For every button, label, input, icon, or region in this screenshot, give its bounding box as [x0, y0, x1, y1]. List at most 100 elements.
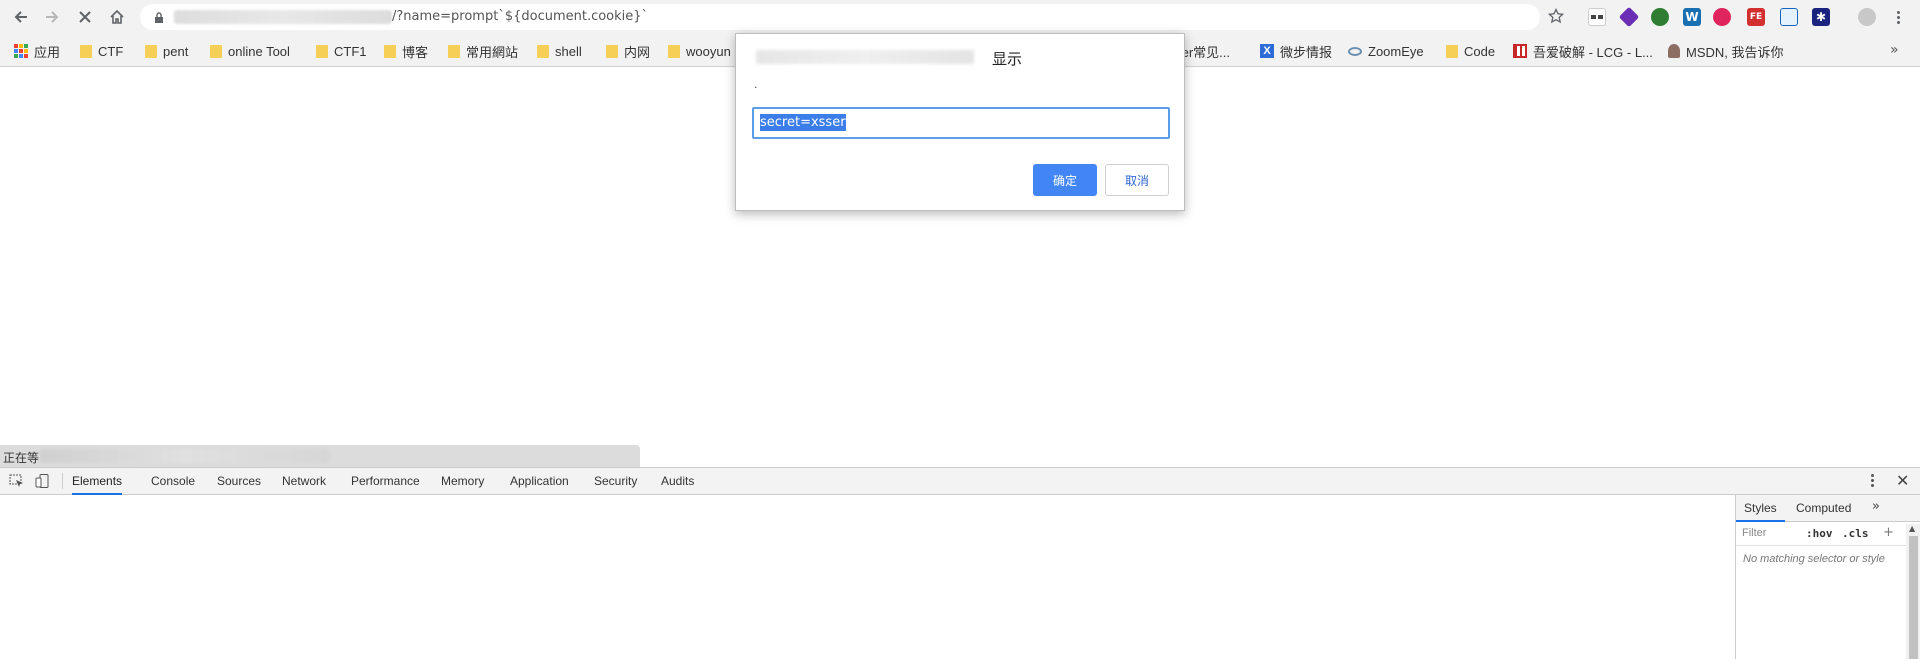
- browser-toolbar: /?name=prompt`${document.cookie}` W FE ✱: [0, 0, 1920, 34]
- styles-scrollbar[interactable]: ▲: [1906, 524, 1920, 659]
- bookmark-zoomeye[interactable]: ZoomEye: [1348, 41, 1424, 61]
- prompt-dialog: 显示 . secret=xsser 确定 取消: [735, 33, 1185, 211]
- bookmark-label: 应用: [34, 44, 61, 60]
- dialog-message: .: [754, 78, 758, 91]
- extension-w-icon[interactable]: W: [1683, 8, 1701, 26]
- scroll-up-arrow-icon[interactable]: ▲: [1909, 524, 1915, 533]
- back-button[interactable]: [6, 2, 36, 32]
- lock-icon: [155, 12, 163, 23]
- extension-doc-icon[interactable]: [1780, 8, 1798, 26]
- folder-icon: [80, 44, 92, 58]
- forward-button[interactable]: [37, 2, 67, 32]
- stop-button[interactable]: [70, 2, 100, 32]
- tab-styles[interactable]: Styles: [1736, 495, 1785, 522]
- msdn-icon: [1668, 44, 1680, 58]
- bookmark-label: MSDN, 我告诉你: [1686, 44, 1784, 60]
- folder-icon: [1446, 44, 1458, 58]
- prompt-input[interactable]: secret=xsser: [752, 107, 1170, 139]
- bookmark-label: CTF1: [334, 43, 367, 59]
- elements-tree: [0, 495, 1735, 659]
- bookmark-label: shell: [555, 43, 582, 59]
- no-matching-style-message: No matching selector or style: [1743, 553, 1885, 565]
- tab-security[interactable]: Security: [594, 468, 637, 495]
- styles-sidebar: Styles Computed » Filter :hov .cls + No …: [1735, 495, 1920, 659]
- devtools-tabbar: Elements Console Sources Network Perform…: [0, 468, 1920, 495]
- forward-arrow-icon: [46, 11, 59, 23]
- tab-application[interactable]: Application: [510, 468, 569, 495]
- bookmark-label: wooyun: [686, 43, 731, 59]
- bookmark-folder-ctf1[interactable]: CTF1: [316, 41, 367, 61]
- grid-logo-icon: [1513, 44, 1527, 58]
- scrollbar-thumb[interactable]: [1909, 536, 1918, 659]
- ok-button[interactable]: 确定: [1033, 164, 1097, 196]
- bookmark-folder-pent[interactable]: pent: [145, 41, 188, 61]
- bookmark-apps[interactable]: 应用: [14, 41, 60, 61]
- bookmark-folder-wooyun[interactable]: wooyun: [668, 41, 731, 61]
- folder-icon: [210, 44, 222, 58]
- extension-globe-icon[interactable]: [1651, 8, 1669, 26]
- devtools-menu-button[interactable]: [1871, 474, 1874, 487]
- hover-state-toggle[interactable]: :hov: [1806, 527, 1833, 540]
- bookmark-52pojie[interactable]: 吾爱破解 - LCG - L...: [1513, 41, 1653, 61]
- folder-icon: [606, 44, 618, 58]
- bookmark-folder-ctf[interactable]: CTF: [80, 41, 123, 61]
- bookmark-label: online Tool: [228, 43, 290, 59]
- status-url-redacted: [40, 449, 330, 463]
- bookmark-label: Code: [1464, 43, 1496, 59]
- bookmark-msdn[interactable]: MSDN, 我告诉你: [1668, 41, 1784, 61]
- extension-fe-icon[interactable]: FE: [1747, 8, 1765, 26]
- inspect-element-icon[interactable]: [9, 474, 25, 488]
- bookmark-folder-blog[interactable]: 博客: [384, 41, 428, 61]
- bookmark-label: ter常见...: [1178, 44, 1231, 60]
- folder-icon: [537, 44, 549, 58]
- url-text: /?name=prompt`${document.cookie}`: [392, 9, 649, 24]
- devtools-close-icon[interactable]: ✕: [1896, 471, 1909, 490]
- status-text: 正在等: [3, 451, 40, 465]
- extension-snowflake-icon[interactable]: ✱: [1812, 8, 1830, 26]
- bookmark-folder-online-tool[interactable]: online Tool: [210, 41, 290, 61]
- address-bar[interactable]: /?name=prompt`${document.cookie}`: [140, 4, 1540, 30]
- styles-filter-input[interactable]: Filter: [1742, 527, 1766, 539]
- bookmarks-overflow-icon[interactable]: »: [1890, 42, 1899, 58]
- dialog-origin-redacted: [756, 50, 974, 64]
- bookmark-star-icon[interactable]: [1548, 8, 1564, 24]
- extension-pink-icon[interactable]: [1713, 8, 1731, 26]
- more-tabs-chevron-icon[interactable]: »: [1872, 499, 1880, 514]
- extension-cube-icon[interactable]: [1618, 6, 1640, 28]
- dialog-title: 显示: [992, 50, 1023, 68]
- extension-glasses-icon[interactable]: [1588, 8, 1606, 26]
- bookmark-folder-code[interactable]: Code: [1446, 41, 1495, 61]
- class-toggle[interactable]: .cls: [1842, 527, 1869, 540]
- bookmark-folder-partial[interactable]: ter常见...: [1178, 41, 1230, 61]
- bookmark-folder-intranet[interactable]: 内网: [606, 41, 650, 61]
- bookmark-label: ZoomEye: [1368, 43, 1424, 59]
- prompt-input-value: secret=xsser: [760, 114, 846, 131]
- tab-memory[interactable]: Memory: [441, 468, 484, 495]
- bookmark-label: 常用網站: [466, 44, 519, 60]
- bookmark-threatbook[interactable]: X 微步情报: [1260, 41, 1332, 61]
- tab-sources[interactable]: Sources: [217, 468, 261, 495]
- device-toolbar-icon[interactable]: [35, 474, 51, 488]
- devtools-separator: [62, 473, 63, 489]
- tab-computed[interactable]: Computed: [1796, 495, 1851, 522]
- new-style-rule-icon[interactable]: +: [1883, 525, 1894, 540]
- stop-loading-icon: [79, 11, 91, 23]
- bookmark-label: 博客: [402, 44, 429, 60]
- tab-audits[interactable]: Audits: [661, 468, 694, 495]
- bookmark-folder-shell[interactable]: shell: [537, 41, 582, 61]
- profile-avatar-icon[interactable]: [1858, 8, 1876, 26]
- bookmark-folder-common-sites[interactable]: 常用網站: [448, 41, 518, 61]
- bookmark-label: 内网: [624, 44, 651, 60]
- tab-network[interactable]: Network: [282, 468, 326, 495]
- devtools-panel: Elements Console Sources Network Perform…: [0, 467, 1920, 659]
- cancel-button[interactable]: 取消: [1105, 164, 1169, 196]
- tab-console[interactable]: Console: [151, 468, 195, 495]
- tab-performance[interactable]: Performance: [351, 468, 420, 495]
- home-icon: [110, 9, 124, 24]
- folder-icon: [448, 44, 460, 58]
- browser-menu-button[interactable]: [1888, 6, 1908, 28]
- styles-tabbar: Styles Computed »: [1736, 495, 1920, 522]
- status-bubble: 正在等: [0, 445, 640, 467]
- tab-elements[interactable]: Elements: [72, 468, 123, 495]
- home-button[interactable]: [102, 2, 132, 32]
